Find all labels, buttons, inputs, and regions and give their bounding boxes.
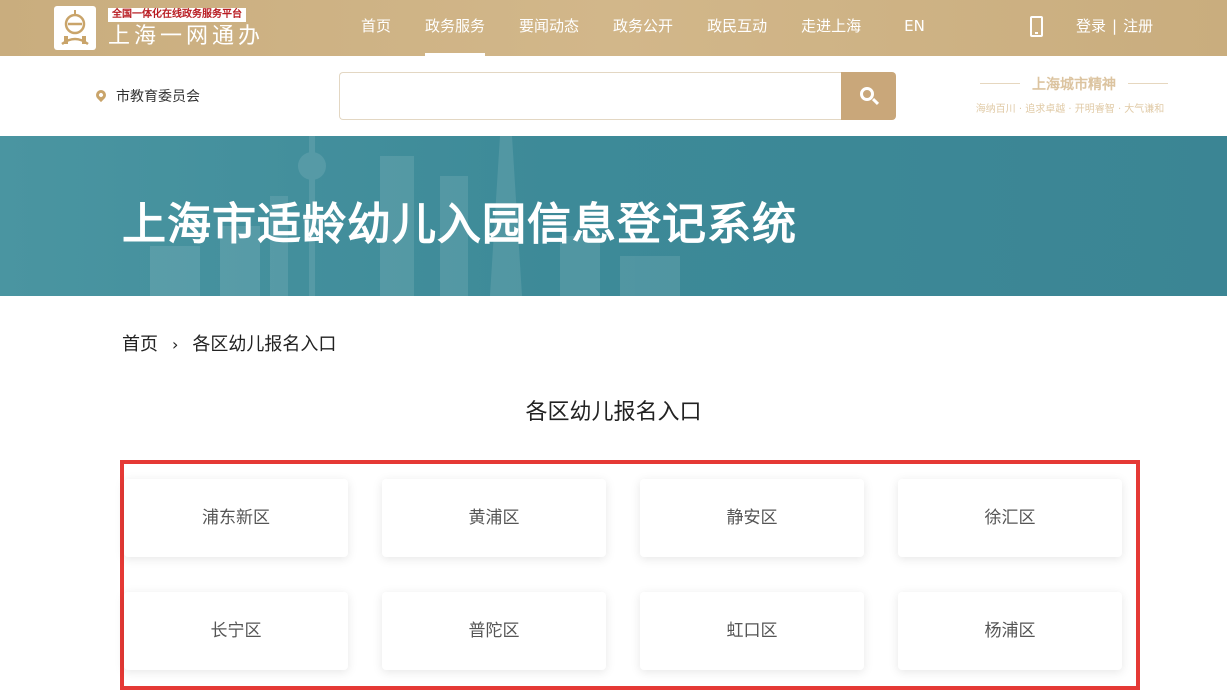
breadcrumb-home[interactable]: 首页 [122,334,158,355]
city-spirit-title: 上海城市精神 [974,74,1174,94]
city-spirit-subtitle: 海纳百川 · 追求卓越 · 开明睿智 · 大气谦和 [975,104,1165,115]
district-button-putuo[interactable]: 普陀区 [382,592,606,670]
nav-news[interactable]: 要闻动态 [502,0,596,56]
mobile-phone-icon[interactable] [1030,16,1043,37]
breadcrumb: 首页 › 各区幼儿报名入口 [122,330,336,356]
site-logo[interactable]: 全国一体化在线政务服务平台 上海一网通办 [54,6,284,50]
district-button-jingan[interactable]: 静安区 [640,479,864,557]
nav-interaction[interactable]: 政民互动 [690,0,784,56]
auth-separator: | [1112,17,1118,35]
search-input[interactable] [339,72,842,120]
nav-about-shanghai[interactable]: 走进上海 [784,0,878,56]
nav-english[interactable]: EN [878,0,942,56]
district-button-changning[interactable]: 长宁区 [124,592,348,670]
chevron-right-icon: › [172,335,179,354]
auth-links: 登录 | 注册 [1076,0,1153,56]
register-link[interactable]: 注册 [1123,17,1153,35]
search-button[interactable] [841,72,896,120]
district-button-hongkou[interactable]: 虹口区 [640,592,864,670]
login-link[interactable]: 登录 [1076,17,1106,35]
section-title: 各区幼儿报名入口 [525,400,702,425]
nav-home[interactable]: 首页 [344,0,408,56]
district-button-huangpu[interactable]: 黄浦区 [382,479,606,557]
logo-title: 上海一网通办 [108,24,265,49]
nav-public-affairs[interactable]: 政务公开 [596,0,690,56]
city-spirit-slogan: 上海城市精神 海纳百川 · 追求卓越 · 开明睿智 · 大气谦和 [950,74,1200,118]
search-row: 市教育委员会 上海城市精神 海纳百川 · 追求卓越 · 开明睿智 · 大气谦和 [0,56,1227,136]
top-nav-bar: 全国一体化在线政务服务平台 上海一网通办 首页 政务服务 要闻动态 政务公开 政… [0,0,1227,56]
district-button-pudong[interactable]: 浦东新区 [124,479,348,557]
main-nav: 首页 政务服务 要闻动态 政务公开 政民互动 走进上海 EN [344,0,942,56]
nav-government-services[interactable]: 政务服务 [408,0,502,56]
logo-emblem-icon [54,6,96,50]
page-banner: 上海市适龄幼儿入园信息登记系统 [0,136,1227,296]
district-button-yangpu[interactable]: 杨浦区 [898,592,1122,670]
breadcrumb-current: 各区幼儿报名入口 [192,334,337,355]
location-pin-icon [93,87,109,103]
district-button-xuhui[interactable]: 徐汇区 [898,479,1122,557]
department-location[interactable]: 市教育委员会 [93,86,200,106]
logo-tagline: 全国一体化在线政务服务平台 [108,8,246,22]
page-title: 上海市适龄幼儿入园信息登记系统 [122,199,797,250]
department-name: 市教育委员会 [116,89,200,105]
